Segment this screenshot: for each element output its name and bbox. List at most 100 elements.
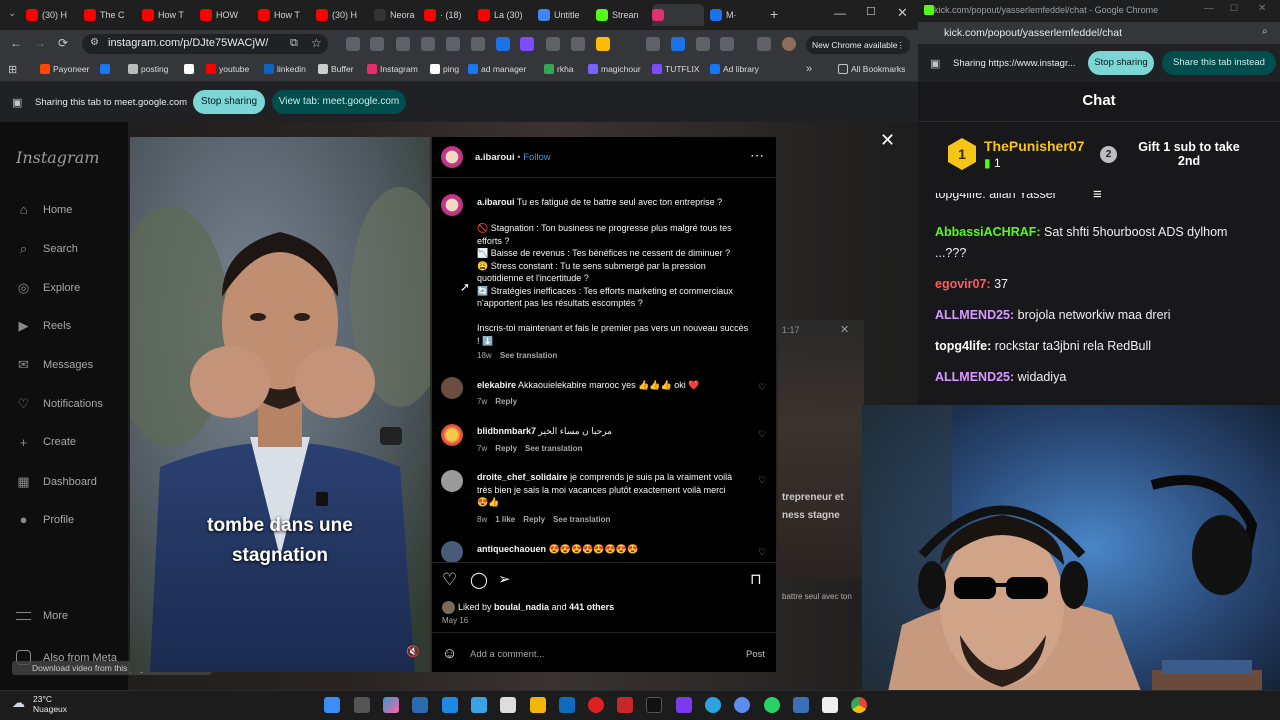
- task-view-icon[interactable]: [354, 697, 370, 713]
- taskbar-app-icon[interactable]: [793, 697, 809, 713]
- likes-summary[interactable]: Liked by boulal_nadia and 441 others: [458, 602, 614, 612]
- comment-icon[interactable]: ◯: [470, 570, 488, 590]
- browser-tab[interactable]: La (30): [478, 4, 532, 26]
- site-info-icon[interactable]: ⚙: [90, 37, 99, 48]
- comment-username[interactable]: blidbnmbark7: [477, 426, 536, 436]
- browser-tab[interactable]: M·: [710, 4, 762, 26]
- commenter-avatar[interactable]: [441, 541, 463, 563]
- all-bookmarks-folder[interactable]: All Bookmarks: [838, 64, 905, 74]
- save-bookmark-icon[interactable]: ⊓: [750, 570, 762, 588]
- outlook-icon[interactable]: [559, 697, 575, 713]
- comment-username[interactable]: droite_chef_solidaire: [477, 472, 568, 482]
- top-gifter-username[interactable]: ThePunisher07: [984, 138, 1084, 154]
- extension-icon[interactable]: [646, 37, 660, 51]
- comment-username[interactable]: elekabire: [477, 380, 516, 390]
- profile-avatar[interactable]: [782, 37, 796, 51]
- like-comment-icon[interactable]: ♡: [758, 547, 766, 558]
- browser-tab[interactable]: [652, 4, 704, 26]
- minimize-button[interactable]: —: [1204, 3, 1214, 14]
- post-comment-button[interactable]: Post: [746, 649, 765, 660]
- extension-icon[interactable]: [696, 37, 710, 51]
- reel-video[interactable]: tombe dans une stagnation 🔇: [130, 137, 430, 672]
- see-translation-link[interactable]: See translation: [525, 444, 582, 453]
- bookmark-star-icon[interactable]: ☆: [311, 36, 322, 50]
- follow-button[interactable]: Follow: [523, 152, 550, 163]
- bookmark-item[interactable]: Instagram: [367, 64, 418, 74]
- copilot-icon[interactable]: [383, 697, 399, 713]
- reply-button[interactable]: Reply: [495, 444, 517, 453]
- extension-icon[interactable]: [421, 37, 435, 51]
- telegram-icon[interactable]: [705, 697, 721, 713]
- install-icon[interactable]: ⧉: [290, 37, 298, 50]
- browser-tab[interactable]: · (18): [424, 4, 474, 26]
- weather-icon[interactable]: ☁: [12, 695, 25, 711]
- media-control-icon[interactable]: [757, 37, 771, 51]
- extension-icon[interactable]: [396, 37, 410, 51]
- chat-username[interactable]: egovir07:: [935, 277, 991, 291]
- new-tab-button[interactable]: +: [770, 6, 778, 22]
- see-translation-link[interactable]: See translation: [553, 515, 610, 524]
- sidebar-item-search[interactable]: ⌕ Search: [16, 241, 78, 257]
- liker-username[interactable]: boulal_nadia: [494, 602, 549, 612]
- taskbar-app-icon[interactable]: [617, 697, 633, 713]
- browser-tab[interactable]: (30) H: [316, 4, 368, 26]
- stop-sharing-button[interactable]: Stop sharing: [193, 90, 265, 114]
- caption-avatar[interactable]: [441, 194, 463, 216]
- new-chrome-available-button[interactable]: New Chrome available ⋮: [806, 36, 910, 54]
- chrome-icon[interactable]: [851, 697, 867, 713]
- browser-tab[interactable]: How T: [142, 4, 194, 26]
- minimize-button[interactable]: —: [834, 6, 846, 20]
- commenter-avatar[interactable]: [441, 424, 463, 446]
- share-this-tab-button[interactable]: Share this tab instead: [1162, 51, 1276, 75]
- emoji-icon[interactable]: ☺: [442, 645, 457, 662]
- taskbar-app-icon[interactable]: [412, 697, 428, 713]
- sidebar-item-profile[interactable]: ● Profile: [16, 512, 75, 527]
- bookmark-item[interactable]: rkha: [544, 64, 574, 74]
- bookmark-item[interactable]: linkedin: [264, 64, 306, 74]
- chat-username[interactable]: ALLMEND25:: [935, 370, 1014, 384]
- taskbar-app-icon[interactable]: [442, 697, 458, 713]
- start-button-icon[interactable]: [324, 697, 340, 713]
- bookmark-item[interactable]: magichour: [588, 64, 641, 74]
- sidebar-item-messages[interactable]: ✉ Messages: [16, 357, 93, 373]
- like-post-icon[interactable]: ♡: [442, 570, 457, 590]
- commenter-avatar[interactable]: [441, 377, 463, 399]
- bookmark-item[interactable]: [184, 64, 197, 74]
- taskbar-app-icon[interactable]: [471, 697, 487, 713]
- extension-icon[interactable]: [446, 37, 460, 51]
- extension-icon[interactable]: [546, 37, 560, 51]
- whatsapp-icon[interactable]: [764, 697, 780, 713]
- browser-tab[interactable]: (30) H: [26, 4, 78, 26]
- bookmark-item[interactable]: ad manager: [468, 64, 526, 74]
- share-icon[interactable]: ➢: [498, 570, 511, 588]
- maximize-button[interactable]: ☐: [1230, 3, 1238, 14]
- sidebar-item-dashboard[interactable]: ▦ Dashboard: [16, 474, 96, 490]
- comment-username[interactable]: antiquechaouen: [477, 544, 546, 554]
- browser-tab[interactable]: How T: [258, 4, 310, 26]
- forward-button[interactable]: →: [34, 36, 46, 50]
- notion-icon[interactable]: [822, 697, 838, 713]
- view-tab-button[interactable]: View tab: meet.google.com: [272, 90, 406, 114]
- mute-toggle-icon[interactable]: 🔇: [406, 645, 420, 658]
- apps-grid-icon[interactable]: ⊞: [8, 63, 17, 76]
- file-explorer-icon[interactable]: [530, 697, 546, 713]
- close-window-button[interactable]: ✕: [897, 5, 908, 21]
- extension-icon[interactable]: [596, 37, 610, 51]
- extension-icon[interactable]: [471, 37, 485, 51]
- browser-tab[interactable]: Untitle: [538, 4, 590, 26]
- sidebar-item-more[interactable]: More: [16, 610, 68, 622]
- stop-sharing-button[interactable]: Stop sharing: [1088, 51, 1154, 75]
- bookmark-item[interactable]: Buffer: [318, 64, 354, 74]
- chat-username[interactable]: AbbassiACHRAF:: [935, 225, 1041, 239]
- bookmark-item[interactable]: Ad library: [710, 64, 759, 74]
- sidebar-item-explore[interactable]: ◎ Explore: [16, 280, 80, 296]
- bookmark-item[interactable]: ping: [430, 64, 459, 74]
- extensions-puzzle-icon[interactable]: [720, 37, 734, 51]
- likes-count[interactable]: 441 others: [569, 602, 614, 612]
- like-comment-icon[interactable]: ♡: [758, 382, 766, 393]
- extension-icon[interactable]: [370, 37, 384, 51]
- bookmark-item[interactable]: [100, 64, 113, 74]
- bookmark-item[interactable]: youtube: [206, 64, 249, 74]
- taskbar-app-icon[interactable]: [588, 697, 604, 713]
- comment-likes[interactable]: 1 like: [495, 515, 515, 524]
